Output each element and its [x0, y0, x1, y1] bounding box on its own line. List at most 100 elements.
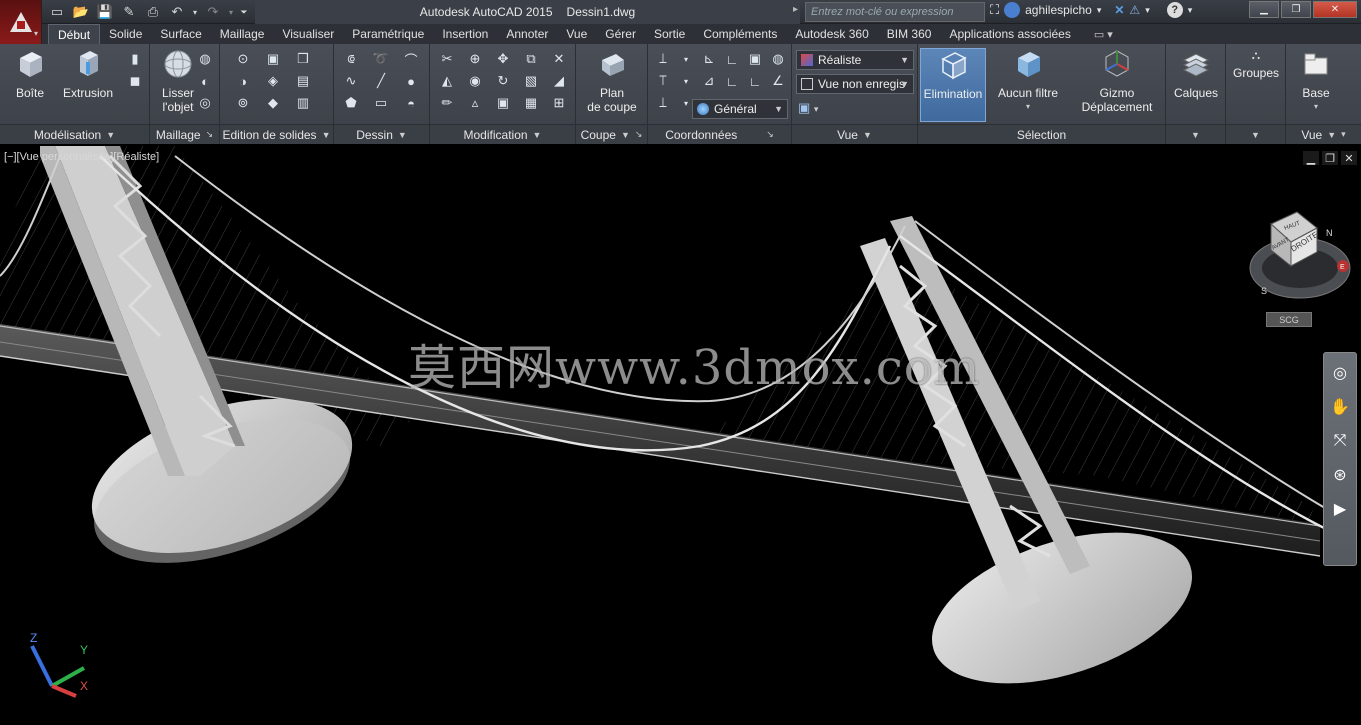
drawing-viewport[interactable]: [−][Vue personnalisée][Réaliste] ▁ ❐ ✕ 莫… — [0, 146, 1361, 725]
tab-solide[interactable]: Solide — [100, 24, 151, 44]
viewport-label[interactable]: [−][Vue personnalisée][Réaliste] — [4, 151, 159, 163]
tab-applications-associees[interactable]: Applications associées — [940, 24, 1079, 44]
tab-surface[interactable]: Surface — [151, 24, 210, 44]
ucs-view-icon[interactable]: ▣ — [746, 50, 764, 68]
shell-icon[interactable]: ▥ — [294, 94, 312, 112]
rotate-icon[interactable]: ◉ — [466, 72, 484, 90]
print-icon[interactable]: ⎙ — [142, 3, 164, 21]
rectangle-icon[interactable]: ▭ — [372, 94, 390, 112]
section-plane-button[interactable]: Plan de coupe — [584, 48, 640, 122]
extrude-faces-icon[interactable]: ▤ — [294, 72, 312, 90]
ucs-previous-icon[interactable]: ⊿ — [700, 72, 718, 90]
orbit-icon[interactable]: ⊛ — [1328, 463, 1352, 487]
base-button[interactable]: Base ▾ — [1288, 48, 1344, 122]
ucs-face-icon[interactable]: ∠ — [769, 72, 787, 90]
redo-dropdown-icon[interactable]: ▾ — [226, 3, 236, 21]
compass-south[interactable]: S — [1261, 286, 1267, 296]
offset-icon[interactable]: ✂ — [438, 50, 456, 68]
search-input[interactable]: Entrez mot-clé ou expression — [805, 2, 985, 22]
ucs-y-icon[interactable]: ∟ — [723, 72, 741, 90]
circle-icon[interactable]: ● — [402, 72, 420, 90]
pan-hand-icon[interactable]: ✋ — [1328, 395, 1352, 419]
wcs-menu-button[interactable]: SCG — [1266, 312, 1312, 327]
no-filter-button[interactable]: Aucun filtre ▾ — [994, 48, 1062, 122]
application-menu-button[interactable]: ▾ — [0, 0, 42, 44]
customize-qat-icon[interactable]: ⏷ — [238, 3, 250, 21]
named-view-dropdown[interactable]: Vue non enregis ▼ — [796, 74, 914, 94]
ucs-dropdown[interactable]: Général ▼ — [692, 99, 788, 119]
presspull-icon[interactable]: ▮ — [126, 50, 144, 68]
undo-dropdown-icon[interactable]: ▾ — [190, 3, 200, 21]
pencil-icon[interactable]: ✏ — [438, 94, 456, 112]
extract-edges-icon[interactable]: ❒ — [294, 50, 312, 68]
save-icon[interactable]: 💾 — [94, 3, 116, 21]
groups-button[interactable]: ⛬ Groupes — [1228, 48, 1284, 122]
redo-icon[interactable]: ↷ — [202, 3, 224, 21]
polygon-icon[interactable]: ⬟ — [342, 94, 360, 112]
username[interactable]: aghilespicho — [1025, 3, 1092, 17]
tab-autodesk-360[interactable]: Autodesk 360 — [786, 24, 877, 44]
mesh-refine-icon[interactable]: ◎ — [196, 94, 214, 112]
slice-icon[interactable]: ◈ — [264, 72, 282, 90]
panel-edition-footer[interactable]: Edition de solides ▼ — [220, 124, 333, 144]
panel-selection-footer[interactable]: Sélection — [918, 124, 1165, 144]
layers-button[interactable]: Calques — [1168, 48, 1224, 122]
restore-button[interactable]: ❐ — [1281, 1, 1311, 18]
intersect-icon[interactable]: ⊚ — [234, 94, 252, 112]
tab-visualiser[interactable]: Visualiser — [273, 24, 343, 44]
user-icon[interactable] — [1004, 2, 1021, 18]
rotate3d-icon[interactable]: ⊕ — [466, 50, 484, 68]
binoculars-icon[interactable]: ⛶ — [990, 2, 999, 18]
culling-button[interactable]: Elimination — [920, 48, 986, 122]
mesh-smooth-less-icon[interactable]: ◐ — [196, 72, 214, 90]
box-button[interactable]: Boîte — [2, 48, 58, 122]
ucs-object-icon[interactable]: ⟘ — [654, 94, 672, 112]
viewcube[interactable]: HAUT AVANT DROITE N S E — [1245, 206, 1355, 326]
spline-icon[interactable]: ∿ — [342, 72, 360, 90]
connect-icon[interactable]: ⚠ — [1129, 3, 1140, 17]
tab-debut[interactable]: Début — [48, 24, 101, 44]
ucs-world-icon[interactable]: ◍ — [769, 50, 787, 68]
panel-maillage-footer[interactable]: Maillage ↘ — [150, 124, 219, 144]
polyline-icon[interactable]: ⟃ — [342, 50, 360, 68]
panel-modelisation-footer[interactable]: Modélisation ▼ — [0, 124, 149, 144]
save-as-icon[interactable]: ✎ — [118, 3, 140, 21]
helix-icon[interactable]: ➰ — [372, 50, 390, 68]
thicken-icon[interactable]: ◆ — [264, 94, 282, 112]
tab-sortie[interactable]: Sortie — [645, 24, 694, 44]
panel-base-footer[interactable]: Vue ▼ ▾ — [1286, 124, 1361, 144]
tab-parametrique[interactable]: Paramétrique — [343, 24, 433, 44]
zoom-extents-icon[interactable]: ⤧ — [1328, 429, 1352, 453]
close-button[interactable]: ✕ — [1313, 1, 1357, 18]
ucs-dropdown-icon[interactable]: ▾ — [677, 50, 695, 68]
showmotion-icon[interactable]: ▶ — [1328, 497, 1352, 521]
tab-maillage[interactable]: Maillage — [211, 24, 274, 44]
viewport-config-button[interactable]: ▣ ▾ — [798, 100, 818, 116]
panel-dessin-footer[interactable]: Dessin ▼ — [334, 124, 429, 144]
panel-groupes-footer[interactable]: ▼ — [1226, 124, 1285, 144]
exchange-apps-icon[interactable]: ✕ — [1114, 3, 1124, 17]
help-icon[interactable]: ? — [1166, 2, 1183, 18]
ribbon-minimize-icon[interactable]: ▭ ▾ — [1094, 28, 1113, 41]
user-dropdown-icon[interactable]: ▾ — [1097, 5, 1102, 16]
undo-icon[interactable]: ↶ — [166, 3, 188, 21]
array-icon[interactable]: ⊞ — [550, 94, 568, 112]
panel-calques-footer[interactable]: ▼ — [1166, 124, 1225, 144]
tab-annoter[interactable]: Annoter — [497, 24, 557, 44]
gizmo-move-button[interactable]: Gizmo Déplacement — [1076, 48, 1158, 122]
fillet-icon[interactable]: ◢ — [550, 72, 568, 90]
search-expand-icon[interactable]: ▸ — [793, 4, 798, 15]
mirror-icon[interactable]: ◭ — [438, 72, 456, 90]
tab-gerer[interactable]: Gérer — [596, 24, 645, 44]
connect-dropdown-icon[interactable]: ▾ — [1145, 5, 1150, 16]
new-file-icon[interactable]: ▭ — [46, 3, 68, 21]
viewport-restore-button[interactable]: ❐ — [1322, 151, 1338, 165]
ucs-icon[interactable]: ⟘ — [654, 50, 672, 68]
ucs-origin-icon[interactable]: ⊾ — [700, 50, 718, 68]
copy-icon[interactable]: ⧉ — [522, 50, 540, 68]
viewport-minimize-button[interactable]: ▁ — [1303, 151, 1319, 165]
hatch-icon[interactable]: ◓ — [402, 94, 420, 112]
panel-modification-footer[interactable]: Modification ▼ — [430, 124, 575, 144]
align-icon[interactable]: ▵ — [466, 94, 484, 112]
polysolid-icon[interactable]: ◼ — [126, 72, 144, 90]
